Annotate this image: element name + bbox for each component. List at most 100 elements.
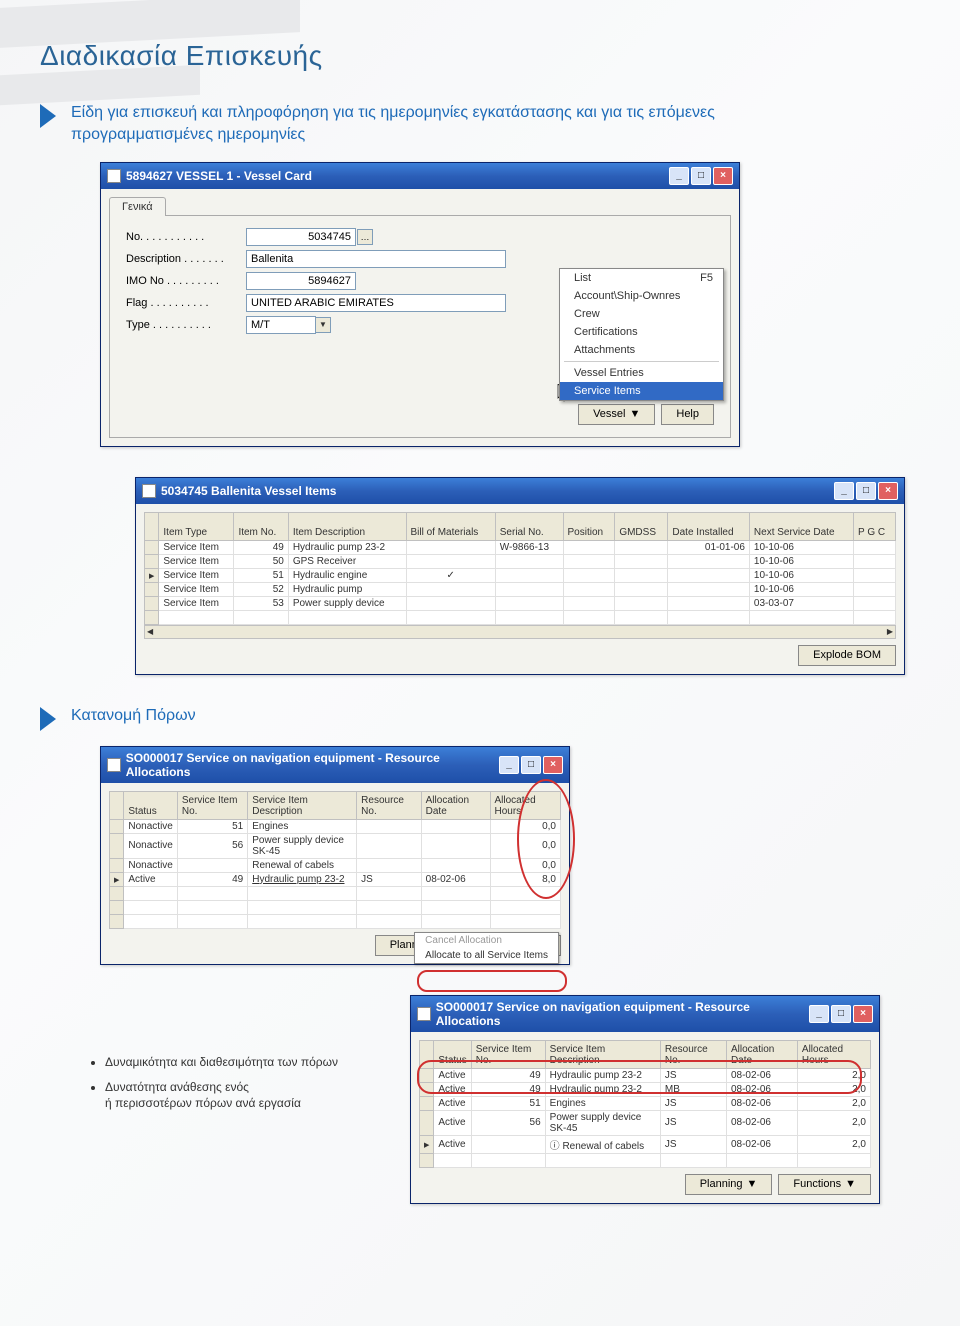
maximize-button[interactable]: □ [831, 1005, 851, 1023]
table-row[interactable] [110, 900, 561, 914]
col-status[interactable]: Status [124, 791, 177, 819]
table-row[interactable] [110, 914, 561, 928]
col-item-type[interactable]: Item Type [159, 512, 234, 540]
col-alloc-date[interactable]: Allocation Date [726, 1040, 797, 1068]
label-description: Description . . . . . . . [126, 253, 246, 265]
table-row[interactable]: Service Item52Hydraulic pump10-10-06 [145, 582, 896, 596]
help-button[interactable]: Help [661, 404, 714, 425]
table-row[interactable]: NonactiveRenewal of cabels0,0 [110, 858, 561, 872]
vessel-context-menu: ListF5 Account\Ship-Ownres Crew Certific… [559, 268, 724, 401]
col-next-service[interactable]: Next Service Date [749, 512, 853, 540]
table-row[interactable] [110, 886, 561, 900]
functions-menu: Cancel Allocation Allocate to all Servic… [414, 932, 559, 964]
close-button[interactable]: × [878, 482, 898, 500]
maximize-button[interactable]: □ [856, 482, 876, 500]
table-row[interactable]: Active49Hydraulic pump 23-2JS08-02-062,0 [420, 1068, 871, 1082]
table-row[interactable]: Nonactive51Engines0,0 [110, 819, 561, 833]
minimize-button[interactable]: _ [669, 167, 689, 185]
menu-list[interactable]: ListF5 [560, 269, 723, 287]
col-serial[interactable]: Serial No. [495, 512, 563, 540]
window-icon [417, 1007, 431, 1021]
col-alloc-hours[interactable]: Allocated Hours [490, 791, 561, 819]
table-row[interactable]: Service Item51Hydraulic engine✓10-10-06 [145, 568, 896, 582]
col-service-item-desc[interactable]: Service Item Description [248, 791, 357, 819]
window-icon [107, 169, 121, 183]
col-bom[interactable]: Bill of Materials [406, 512, 495, 540]
col-alloc-date[interactable]: Allocation Date [421, 791, 490, 819]
resource-allocations-window: SO000017 Service on navigation equipment… [100, 746, 570, 965]
label-imo: IMO No . . . . . . . . . [126, 275, 246, 287]
menu-allocate-all[interactable]: Allocate to all Service Items [415, 948, 558, 963]
vessel-items-window: 5034745 Ballenita Vessel Items _□× Item … [135, 477, 905, 675]
table-row[interactable]: Service Item53Power supply device03-03-0… [145, 596, 896, 610]
col-service-item-no[interactable]: Service Item No. [177, 791, 247, 819]
no-lookup-button[interactable]: … [357, 229, 373, 245]
window-icon [142, 484, 156, 498]
maximize-button[interactable]: □ [521, 756, 541, 774]
allocations-grid-2[interactable]: Status Service Item No. Service Item Des… [419, 1040, 871, 1168]
allocations-grid[interactable]: Status Service Item No. Service Item Des… [109, 791, 561, 929]
col-item-description[interactable]: Item Description [288, 512, 406, 540]
section-bullet-icon [40, 104, 56, 128]
table-row[interactable]: Service Item50GPS Receiver10-10-06 [145, 554, 896, 568]
label-type: Type . . . . . . . . . . [126, 319, 246, 331]
tab-general[interactable]: Γενικά [109, 197, 166, 216]
explode-bom-button[interactable]: Explode BOM [798, 645, 896, 666]
close-button[interactable]: × [543, 756, 563, 774]
table-row[interactable]: Activeⓘ Renewal of cabelsJS08-02-062,0 [420, 1135, 871, 1153]
vessel-items-grid[interactable]: Item Type Item No. Item Description Bill… [144, 512, 896, 625]
menu-account[interactable]: Account\Ship-Ownres [560, 287, 723, 305]
col-alloc-hours[interactable]: Allocated Hours [797, 1040, 870, 1068]
col-status[interactable]: Status [434, 1040, 471, 1068]
col-pgc[interactable]: P G C [854, 512, 896, 540]
col-item-no[interactable]: Item No. [234, 512, 288, 540]
planning-button[interactable]: Planning▼ [685, 1174, 773, 1195]
table-row[interactable] [145, 610, 896, 624]
no-input[interactable] [246, 228, 356, 246]
window-title: 5894627 VESSEL 1 - Vessel Card [126, 169, 312, 183]
col-gmdss[interactable]: GMDSS [615, 512, 668, 540]
close-button[interactable]: × [853, 1005, 873, 1023]
window-icon [107, 758, 121, 772]
menu-crew[interactable]: Crew [560, 305, 723, 323]
table-row[interactable]: Active51EnginesJS08-02-062,0 [420, 1096, 871, 1110]
table-row[interactable]: Active49Hydraulic pump 23-2JS08-02-068,0 [110, 872, 561, 886]
menu-attachments[interactable]: Attachments [560, 341, 723, 359]
imo-input[interactable] [246, 272, 356, 290]
col-service-item-desc[interactable]: Service Item Description [545, 1040, 660, 1068]
col-date-installed[interactable]: Date Installed [668, 512, 750, 540]
resource-allocations-window-2: SO000017 Service on navigation equipment… [410, 995, 880, 1204]
flag-input[interactable] [246, 294, 506, 312]
table-row[interactable]: Active49Hydraulic pump 23-2MB08-02-062,0 [420, 1082, 871, 1096]
chevron-down-icon: ▼ [845, 1178, 856, 1190]
minimize-button[interactable]: _ [834, 482, 854, 500]
bullet-item: Δυνατότητα ανάθεσης ενόςή περισσοτέρων π… [105, 1080, 400, 1111]
table-row[interactable]: Active56Power supply device SK-45JS08-02… [420, 1110, 871, 1135]
vessel-button[interactable]: Vessel▼ [578, 404, 655, 425]
titlebar[interactable]: 5894627 VESSEL 1 - Vessel Card _ □ × [101, 163, 739, 189]
horizontal-scrollbar[interactable]: ◀▶ [144, 625, 896, 639]
maximize-button[interactable]: □ [691, 167, 711, 185]
type-input[interactable] [246, 316, 316, 334]
menu-certifications[interactable]: Certifications [560, 323, 723, 341]
col-resource-no[interactable]: Resource No. [660, 1040, 726, 1068]
chevron-down-icon: ▼ [629, 408, 640, 420]
menu-service-items[interactable]: Service Items [560, 382, 723, 400]
description-input[interactable] [246, 250, 506, 268]
minimize-button[interactable]: _ [499, 756, 519, 774]
functions-button[interactable]: Functions▼ [778, 1174, 871, 1195]
table-row[interactable] [420, 1153, 871, 1167]
col-resource-no[interactable]: Resource No. [357, 791, 421, 819]
titlebar[interactable]: SO000017 Service on navigation equipment… [101, 747, 569, 783]
close-button[interactable]: × [713, 167, 733, 185]
titlebar[interactable]: 5034745 Ballenita Vessel Items _□× [136, 478, 904, 504]
type-dropdown-button[interactable]: ▼ [315, 317, 331, 333]
titlebar[interactable]: SO000017 Service on navigation equipment… [411, 996, 879, 1032]
col-position[interactable]: Position [563, 512, 615, 540]
menu-cancel-allocation[interactable]: Cancel Allocation [415, 933, 558, 948]
table-row[interactable]: Nonactive56Power supply device SK-450,0 [110, 833, 561, 858]
menu-vessel-entries[interactable]: Vessel Entries [560, 364, 723, 382]
table-row[interactable]: Service Item49Hydraulic pump 23-2W-9866-… [145, 540, 896, 554]
minimize-button[interactable]: _ [809, 1005, 829, 1023]
col-service-item-no[interactable]: Service Item No. [471, 1040, 545, 1068]
